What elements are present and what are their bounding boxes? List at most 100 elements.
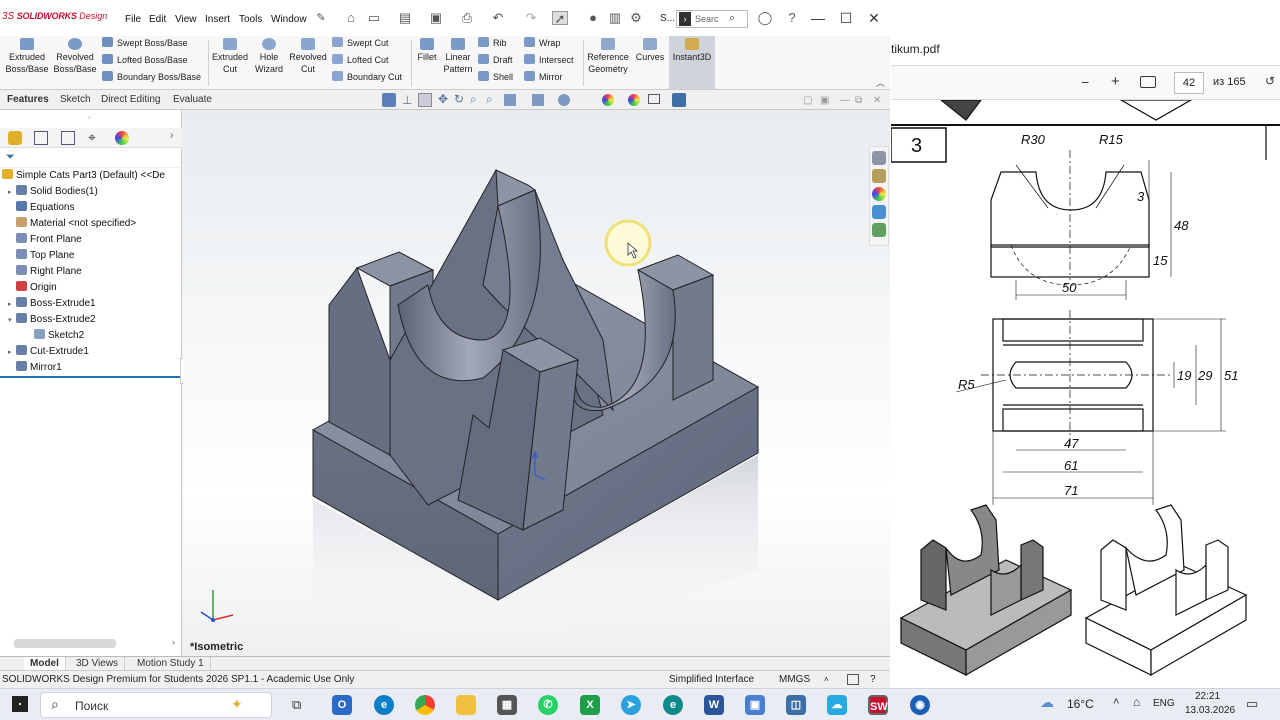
expand-icon[interactable]: ▸: [8, 345, 16, 361]
open-icon[interactable]: ▤: [397, 11, 413, 25]
viewport-minimize-icon[interactable]: —: [840, 95, 850, 106]
tree-item[interactable]: Material <not specified>: [8, 216, 136, 232]
tab-sketch[interactable]: Sketch: [56, 93, 95, 106]
pdf-page-content[interactable]: 3 R30 R15 3 48 15 50 R5 19 29 51 47 61 7…: [891, 100, 1280, 688]
expand-icon[interactable]: ▸: [8, 185, 16, 201]
minimize-button[interactable]: —: [805, 8, 831, 28]
undo-icon[interactable]: ↶: [490, 11, 506, 25]
language-indicator[interactable]: ENG: [1153, 698, 1175, 709]
outlook-icon[interactable]: O: [332, 695, 352, 715]
clock-date[interactable]: 13.03.2026: [1185, 705, 1235, 716]
hide-show-icon[interactable]: [558, 94, 570, 106]
scene-icon[interactable]: [628, 94, 640, 106]
tray-chevron-icon[interactable]: ˄: [1113, 696, 1119, 708]
design-library-icon[interactable]: [872, 169, 886, 183]
new-document-icon[interactable]: ▭: [366, 11, 382, 25]
store-icon[interactable]: ▣: [745, 695, 765, 715]
tab-features[interactable]: Features: [3, 93, 53, 106]
redo-icon[interactable]: ↷: [523, 11, 539, 25]
menu-file[interactable]: File: [125, 14, 141, 25]
task-view-icon[interactable]: ⧉: [292, 697, 301, 713]
traffic-light-icon[interactable]: ●: [585, 11, 601, 25]
tab-direct-editing[interactable]: Direct Editing: [97, 93, 164, 106]
view-settings-icon[interactable]: [648, 94, 660, 104]
wrap-button[interactable]: Wrap: [524, 37, 560, 49]
graphics-area[interactable]: *Isometric: [183, 110, 890, 656]
display-style-icon[interactable]: [532, 94, 544, 106]
tree-item[interactable]: Equations: [8, 200, 74, 216]
custom-properties-icon[interactable]: [872, 205, 886, 219]
zoom-out-button[interactable]: −: [1081, 74, 1089, 90]
expand-icon[interactable]: ▾: [8, 313, 16, 329]
feature-manager-tab-icon[interactable]: [8, 131, 22, 145]
telegram-icon[interactable]: ➤: [621, 695, 641, 715]
section-view-icon[interactable]: ⊥: [402, 93, 412, 107]
tab-3d-views[interactable]: 3D Views: [70, 657, 126, 671]
start-button-icon[interactable]: [12, 696, 28, 712]
instant3d-button[interactable]: Instant3D: [669, 36, 715, 89]
scroll-right-icon[interactable]: ›: [172, 637, 175, 647]
pan-icon[interactable]: ✥: [438, 92, 448, 106]
tree-item[interactable]: ▸ Cut-Extrude1: [8, 344, 89, 360]
lofted-boss-button[interactable]: Lofted Boss/Base: [102, 54, 188, 66]
mirror-button[interactable]: Mirror: [524, 71, 563, 83]
tree-item[interactable]: ▸ Boss-Extrude1: [8, 296, 96, 312]
units-chevron-icon[interactable]: ˄: [824, 671, 829, 689]
solidworks-taskbar-icon[interactable]: SW: [868, 695, 888, 715]
select-icon[interactable]: ➚: [552, 11, 568, 26]
help-icon[interactable]: ?: [784, 11, 800, 25]
close-button[interactable]: ✕: [861, 8, 887, 28]
draft-button[interactable]: Draft: [478, 54, 513, 66]
file-properties-icon[interactable]: ▥: [607, 11, 623, 25]
unit-system-selector[interactable]: MMGS: [779, 671, 810, 689]
notifications-icon[interactable]: ▭: [1246, 696, 1258, 712]
file-explorer-icon[interactable]: [456, 695, 476, 715]
viewport-tile-icon[interactable]: ▢: [803, 95, 812, 106]
save-icon[interactable]: ▣: [428, 11, 444, 25]
search-input[interactable]: Searc: [695, 14, 719, 24]
tree-item[interactable]: Front Plane: [8, 232, 82, 248]
filter-icon[interactable]: ⏷: [6, 151, 15, 164]
display-manager-tab-icon[interactable]: [115, 131, 129, 145]
network-icon[interactable]: ⌂: [1133, 695, 1140, 709]
fit-page-icon[interactable]: [1140, 76, 1156, 88]
search-box[interactable]: › Searc ⌕: [676, 10, 748, 28]
shell-button[interactable]: Shell: [478, 71, 513, 83]
app-round-icon[interactable]: ◉: [910, 695, 930, 715]
taskbar-search-box[interactable]: ⌕ Поиск ✦: [40, 692, 272, 718]
viewport-close-icon[interactable]: ✕: [873, 95, 881, 106]
appearance-icon[interactable]: [602, 94, 614, 106]
property-manager-tab-icon[interactable]: [34, 131, 48, 145]
resources-icon[interactable]: [872, 151, 886, 165]
excel-icon[interactable]: X: [580, 695, 600, 715]
swept-cut-button[interactable]: Swept Cut: [332, 37, 389, 49]
page-number-input[interactable]: 42: [1174, 72, 1204, 94]
viewport-restore-icon[interactable]: ⧉: [855, 95, 862, 106]
edge-icon[interactable]: e: [374, 695, 394, 715]
edge-dev-icon[interactable]: e: [663, 695, 683, 715]
weather-temp[interactable]: 16°C: [1067, 697, 1094, 711]
maximize-button[interactable]: ☐: [833, 8, 859, 28]
expand-icon[interactable]: ▸: [8, 297, 16, 313]
pin-icon[interactable]: ✎: [313, 11, 329, 25]
tree-item[interactable]: ▾ Boss-Extrude2: [8, 312, 96, 328]
home-icon[interactable]: ⌂: [343, 11, 359, 25]
boundary-cut-button[interactable]: Boundary Cut: [332, 71, 402, 83]
zoom-in-button[interactable]: +: [1111, 73, 1120, 90]
help-question-icon[interactable]: ?: [870, 671, 876, 689]
linear-pattern-button[interactable]: Linear Pattern: [440, 38, 476, 75]
chevron-right-icon[interactable]: ›: [170, 130, 173, 141]
tab-model[interactable]: Model: [24, 657, 66, 671]
menu-insert[interactable]: Insert: [205, 14, 230, 25]
extruded-boss-button[interactable]: Extruded Boss/Base: [4, 38, 50, 75]
appearances-icon[interactable]: [872, 187, 886, 201]
reference-geometry-button[interactable]: Reference Geometry: [585, 38, 631, 75]
view-orientation-icon[interactable]: [382, 93, 396, 107]
options-gear-icon[interactable]: ⚙: [628, 11, 644, 25]
rotate-page-icon[interactable]: ↺: [1265, 74, 1275, 88]
zoom-icon[interactable]: ⌕: [470, 92, 477, 107]
simplified-interface-toggle[interactable]: Simplified Interface: [669, 671, 754, 689]
configuration-manager-tab-icon[interactable]: [61, 131, 75, 145]
collapse-ribbon-icon[interactable]: ︿: [876, 76, 885, 89]
intersect-button[interactable]: Intersect: [524, 54, 574, 66]
